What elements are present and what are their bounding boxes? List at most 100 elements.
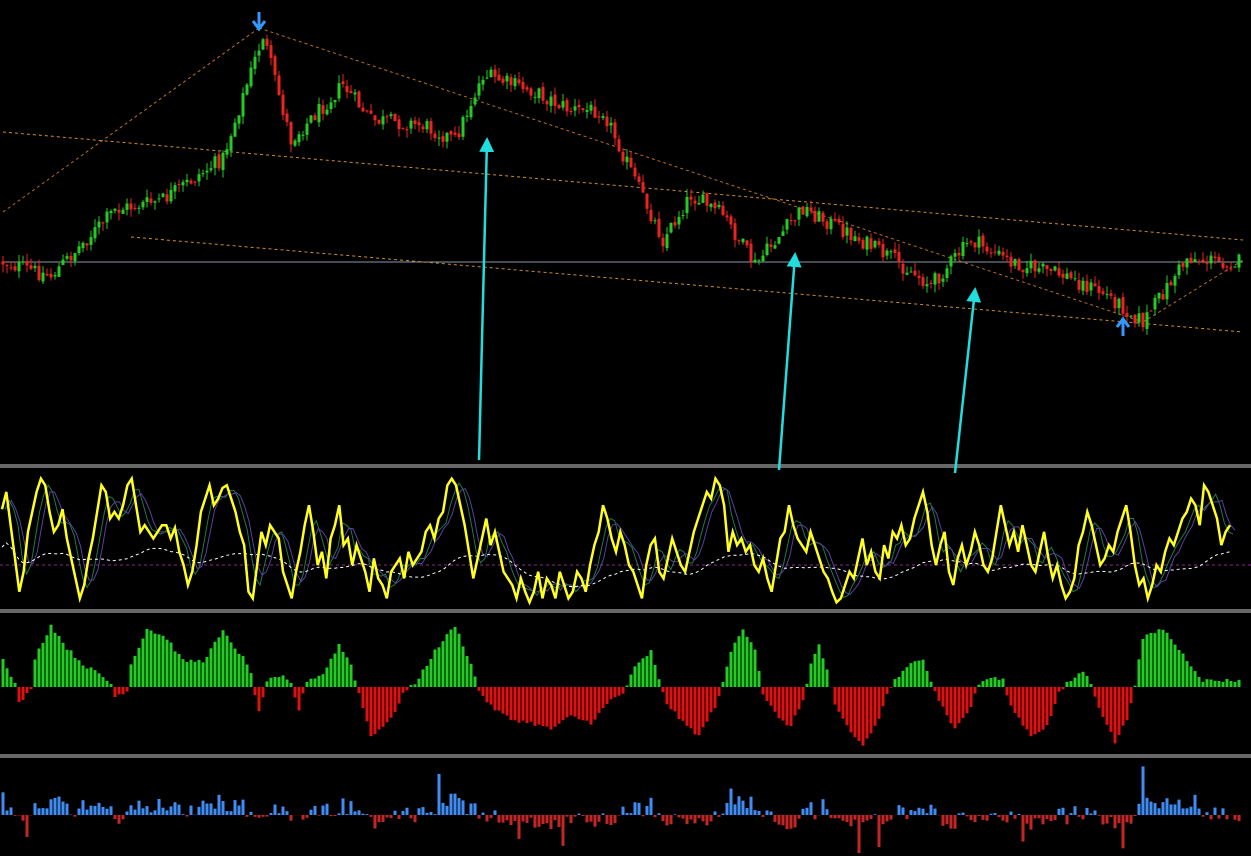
candle-body — [1097, 286, 1101, 293]
volume-bar-negative — [653, 815, 657, 818]
histogram-bar-negative — [933, 687, 937, 692]
volume-bar-positive — [405, 807, 409, 815]
volume-bar-positive — [753, 810, 757, 815]
histogram-bar-negative — [781, 687, 785, 721]
candle-body — [337, 83, 341, 99]
volume-bar-positive — [109, 806, 113, 815]
candle-body — [881, 243, 885, 258]
histogram-bar-negative — [1117, 687, 1121, 735]
volume-bar-positive — [425, 812, 429, 815]
volume-bar-positive — [769, 811, 773, 815]
volume-bar-positive — [57, 796, 61, 815]
volume-bar-positive — [1149, 801, 1153, 815]
candle-body — [165, 194, 169, 202]
volume-bar-negative — [1225, 815, 1229, 820]
candle-body — [817, 211, 821, 222]
histogram-bar-positive — [1157, 629, 1161, 687]
volume-bar-positive — [469, 803, 473, 815]
histogram-bar-positive — [1081, 671, 1085, 687]
candle-body — [1177, 264, 1181, 276]
volume-bar-negative — [773, 815, 777, 822]
candle-body — [1137, 313, 1141, 323]
candle-body — [161, 193, 165, 197]
volume-bar-positive — [1193, 794, 1197, 815]
histogram-bar-positive — [325, 667, 329, 687]
volume-bar-negative — [789, 815, 793, 829]
candle-body — [13, 266, 17, 271]
candle-body — [857, 237, 861, 241]
histogram-bar-positive — [749, 642, 753, 687]
volume-bar-negative — [693, 815, 697, 824]
candle-body — [593, 106, 597, 118]
candle-body — [945, 268, 949, 279]
candle-body — [953, 253, 957, 257]
candle-body — [253, 56, 257, 69]
candle-body — [1133, 314, 1137, 324]
volume-bar-negative — [949, 815, 953, 829]
histogram-bar-negative — [857, 687, 861, 741]
volume-bar-positive — [1161, 802, 1165, 815]
volume-bar-negative — [253, 815, 257, 817]
histogram-bar-negative — [1009, 687, 1013, 706]
histogram-bar-positive — [461, 646, 465, 687]
candle-body — [705, 193, 709, 206]
candle-body — [725, 215, 729, 218]
volume-bar-positive — [957, 813, 961, 815]
histogram-bar-negative — [1105, 687, 1109, 725]
histogram-bar-positive — [1209, 679, 1213, 687]
histogram-bar-positive — [1073, 677, 1077, 687]
histogram-bar-negative — [1021, 687, 1025, 726]
histogram-bar-positive — [277, 677, 281, 687]
volume-bar-positive — [757, 810, 761, 815]
candle-body — [137, 207, 141, 209]
histogram-bar-positive — [1181, 653, 1185, 687]
histogram-bar-negative — [525, 687, 529, 724]
volume-bar-negative — [121, 815, 125, 820]
candle-body — [929, 282, 933, 284]
histogram-bar-negative — [957, 687, 961, 724]
histogram-bar-negative — [485, 687, 489, 703]
histogram-bar-negative — [585, 687, 589, 721]
histogram-bar-positive — [145, 628, 149, 687]
histogram-bar-positive — [825, 669, 829, 687]
histogram-bar-positive — [653, 664, 657, 687]
volume-bar-positive — [1061, 807, 1065, 815]
candle-body — [1113, 297, 1117, 309]
candle-body — [185, 179, 189, 183]
candle-body — [793, 220, 797, 222]
candle-body — [629, 157, 633, 168]
volume-bar-negative — [477, 815, 481, 819]
histogram-bar-negative — [401, 687, 405, 693]
candle-body — [701, 194, 705, 203]
histogram-bar-positive — [441, 641, 445, 687]
histogram-bar-negative — [773, 687, 777, 712]
histogram-bar-negative — [17, 687, 21, 702]
histogram-bar-negative — [1129, 687, 1133, 704]
histogram-bar-positive — [341, 651, 345, 687]
histogram-bar-negative — [1041, 687, 1045, 730]
histogram-bar-negative — [577, 687, 581, 720]
volume-bar-negative — [289, 815, 293, 821]
candle-body — [9, 267, 13, 269]
candle-body — [141, 201, 145, 208]
candle-body — [5, 265, 9, 267]
volume-bar-negative — [397, 815, 401, 820]
histogram-bar-positive — [57, 636, 61, 687]
histogram-bar-positive — [409, 685, 413, 687]
histogram-bar-positive — [93, 670, 97, 687]
histogram-bar-positive — [977, 684, 981, 687]
histogram-bar-positive — [349, 664, 353, 687]
histogram-bar-negative — [949, 687, 953, 724]
candle-body — [661, 237, 665, 247]
histogram-bar-negative — [681, 687, 685, 721]
histogram-bar-negative — [361, 687, 365, 708]
candle-body — [1061, 273, 1065, 278]
histogram-bar-negative — [557, 687, 561, 724]
candle-body — [809, 207, 813, 212]
histogram-bar-positive — [657, 679, 661, 687]
volume-bar-negative — [605, 815, 609, 824]
candle-body — [37, 265, 41, 281]
candle-body — [933, 273, 937, 285]
candle-body — [673, 222, 677, 226]
volume-bar-positive — [141, 808, 145, 815]
